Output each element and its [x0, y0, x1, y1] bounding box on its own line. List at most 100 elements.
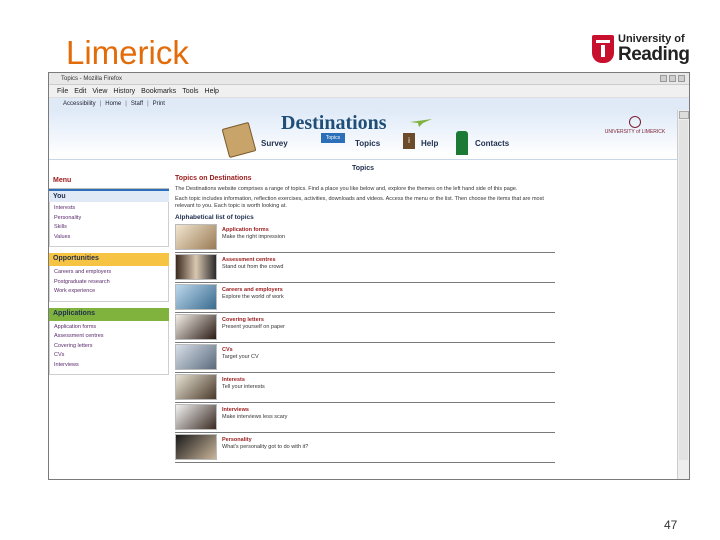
signpost-icon[interactable]: Topics — [321, 133, 345, 143]
sidebar-links-opportunities: Careers and employers Postgraduate resea… — [49, 266, 169, 302]
topic-thumbnail[interactable] — [175, 344, 217, 370]
list-item[interactable]: CVs Target your CV — [175, 344, 555, 373]
sidebar-group-applications[interactable]: Applications — [49, 307, 169, 321]
menu-bookmarks[interactable]: Bookmarks — [141, 85, 176, 97]
list-item[interactable]: Covering letters Present yourself on pape… — [175, 314, 555, 343]
separator: | — [99, 101, 102, 107]
plane-icon — [410, 119, 432, 127]
nav-survey[interactable]: Survey — [261, 139, 288, 148]
list-item[interactable]: Careers and employers Explore the world o… — [175, 284, 555, 313]
sidebar-item-careers[interactable]: Careers and employers — [54, 268, 164, 278]
menu-tools[interactable]: Tools — [182, 85, 198, 97]
topic-subtitle: Tell your interests — [222, 384, 265, 390]
browser-window: Topics - Mozilla Firefox File Edit View … — [48, 72, 690, 480]
menu-view[interactable]: View — [92, 85, 107, 97]
vertical-scrollbar[interactable] — [677, 110, 689, 479]
list-item[interactable]: Personality What's personality got to do … — [175, 434, 555, 463]
topic-title[interactable]: Personality — [222, 437, 308, 444]
slide-title: Limerick — [66, 34, 189, 71]
menu-history[interactable]: History — [113, 85, 135, 97]
intro-paragraph-2: Each topic includes information, reflect… — [175, 196, 544, 209]
topic-title[interactable]: Careers and employers — [222, 287, 284, 294]
separator: | — [147, 101, 149, 107]
topic-thumbnail[interactable] — [175, 254, 217, 280]
sidebar-item-application-forms[interactable]: Application forms — [54, 323, 164, 333]
sidebar-links-applications: Application forms Assessment centres Cov… — [49, 320, 169, 375]
nav-contacts[interactable]: Contacts — [475, 139, 509, 148]
link-home[interactable]: Home — [105, 101, 121, 107]
university-of-reading-logo: University of Reading — [592, 34, 690, 65]
list-item[interactable]: Assessment centres Stand out from the cro… — [175, 254, 555, 283]
minimize-icon[interactable] — [660, 75, 667, 82]
intro-paragraph-1: The Destinations website comprises a ran… — [175, 186, 518, 192]
topic-thumbnail[interactable] — [175, 434, 217, 460]
site-utility-bar: Accessibility | Home | Staff | Print — [49, 98, 689, 110]
sidebar-item-assessment-centres[interactable]: Assessment centres — [54, 332, 164, 342]
topic-list: Application forms Make the right impressi… — [175, 224, 555, 464]
page-number: 47 — [664, 518, 678, 532]
browser-titlebar: Topics - Mozilla Firefox — [49, 73, 689, 85]
sidebar-item-postgraduate[interactable]: Postgraduate research — [54, 278, 164, 288]
sidebar-group-opportunities[interactable]: Opportunities — [49, 253, 169, 266]
separator: | — [125, 101, 127, 107]
list-item[interactable]: Application forms Make the right impressi… — [175, 224, 555, 253]
window-title: Topics - Mozilla Firefox — [61, 76, 123, 82]
info-icon[interactable]: i — [403, 133, 415, 149]
sidebar-item-values[interactable]: Values — [54, 233, 164, 243]
main-content: Topics on Destinations The Destinations … — [175, 175, 555, 464]
sidebar-item-skills[interactable]: Skills — [54, 223, 164, 233]
logo-line-2: Reading — [618, 44, 690, 65]
postbox-icon[interactable] — [456, 131, 468, 155]
nav-help[interactable]: Help — [421, 139, 438, 148]
topic-title[interactable]: CVs — [222, 347, 259, 354]
topic-title[interactable]: Assessment centres — [222, 257, 283, 264]
topic-thumbnail[interactable] — [175, 284, 217, 310]
scrollbar-thumb[interactable] — [679, 120, 688, 460]
university-of-limerick-logo: UNIVERSITY of LIMERICK — [599, 116, 671, 135]
topic-subtitle: Stand out from the crowd — [222, 264, 284, 270]
sidebar-menu: Menu You Interests Personality Skills Va… — [49, 175, 169, 375]
menu-help[interactable]: Help — [205, 85, 219, 97]
menu-file[interactable]: File — [57, 85, 68, 97]
topic-thumbnail[interactable] — [175, 224, 217, 250]
divider — [49, 159, 677, 160]
sidebar-item-cvs[interactable]: CVs — [54, 351, 164, 361]
list-item[interactable]: Interviews Make interviews less scary — [175, 404, 555, 433]
topic-subtitle: Make interviews less scary — [222, 414, 288, 420]
menu-heading: Menu — [49, 175, 169, 189]
nav-topics[interactable]: Topics — [355, 139, 380, 148]
site-nav: Survey Topics Topics i Help Contacts — [217, 121, 577, 159]
crest-icon — [592, 35, 614, 63]
topic-thumbnail[interactable] — [175, 314, 217, 340]
topic-subtitle: What's personality got to do with it? — [222, 444, 309, 450]
sidebar-item-work-experience[interactable]: Work experience — [54, 287, 164, 297]
topic-thumbnail[interactable] — [175, 374, 217, 400]
menu-edit[interactable]: Edit — [74, 85, 86, 97]
topic-title[interactable]: Covering letters — [222, 317, 285, 324]
topic-thumbnail[interactable] — [175, 404, 217, 430]
maximize-icon[interactable] — [669, 75, 676, 82]
topic-subtitle: Present yourself on paper — [222, 324, 285, 330]
link-staff[interactable]: Staff — [131, 101, 143, 107]
topic-title[interactable]: Interests — [222, 377, 265, 384]
sidebar-item-interests[interactable]: Interests — [54, 204, 164, 214]
limerick-crest-icon — [629, 116, 641, 128]
section-heading: Topics — [352, 165, 375, 172]
page-title: Topics on Destinations — [175, 175, 252, 182]
sidebar-links-you: Interests Personality Skills Values — [49, 202, 169, 247]
topic-list-heading: Alphabetical list of topics — [175, 214, 254, 221]
topic-title[interactable]: Application forms — [222, 227, 285, 234]
topic-subtitle: Explore the world of work — [222, 294, 284, 300]
link-print[interactable]: Print — [153, 101, 165, 107]
browser-menubar: File Edit View History Bookmarks Tools H… — [49, 85, 689, 98]
list-item[interactable]: Interests Tell your interests — [175, 374, 555, 403]
topic-subtitle: Target your CV — [222, 354, 259, 360]
topic-title[interactable]: Interviews — [222, 407, 287, 414]
link-accessibility[interactable]: Accessibility — [63, 101, 96, 107]
sidebar-item-interviews[interactable]: Interviews — [54, 361, 164, 371]
close-icon[interactable] — [678, 75, 685, 82]
scroll-up-icon[interactable] — [678, 111, 689, 119]
sidebar-group-you[interactable]: You — [49, 189, 169, 202]
sidebar-item-personality[interactable]: Personality — [54, 214, 164, 224]
sidebar-item-covering-letters[interactable]: Covering letters — [54, 342, 164, 352]
